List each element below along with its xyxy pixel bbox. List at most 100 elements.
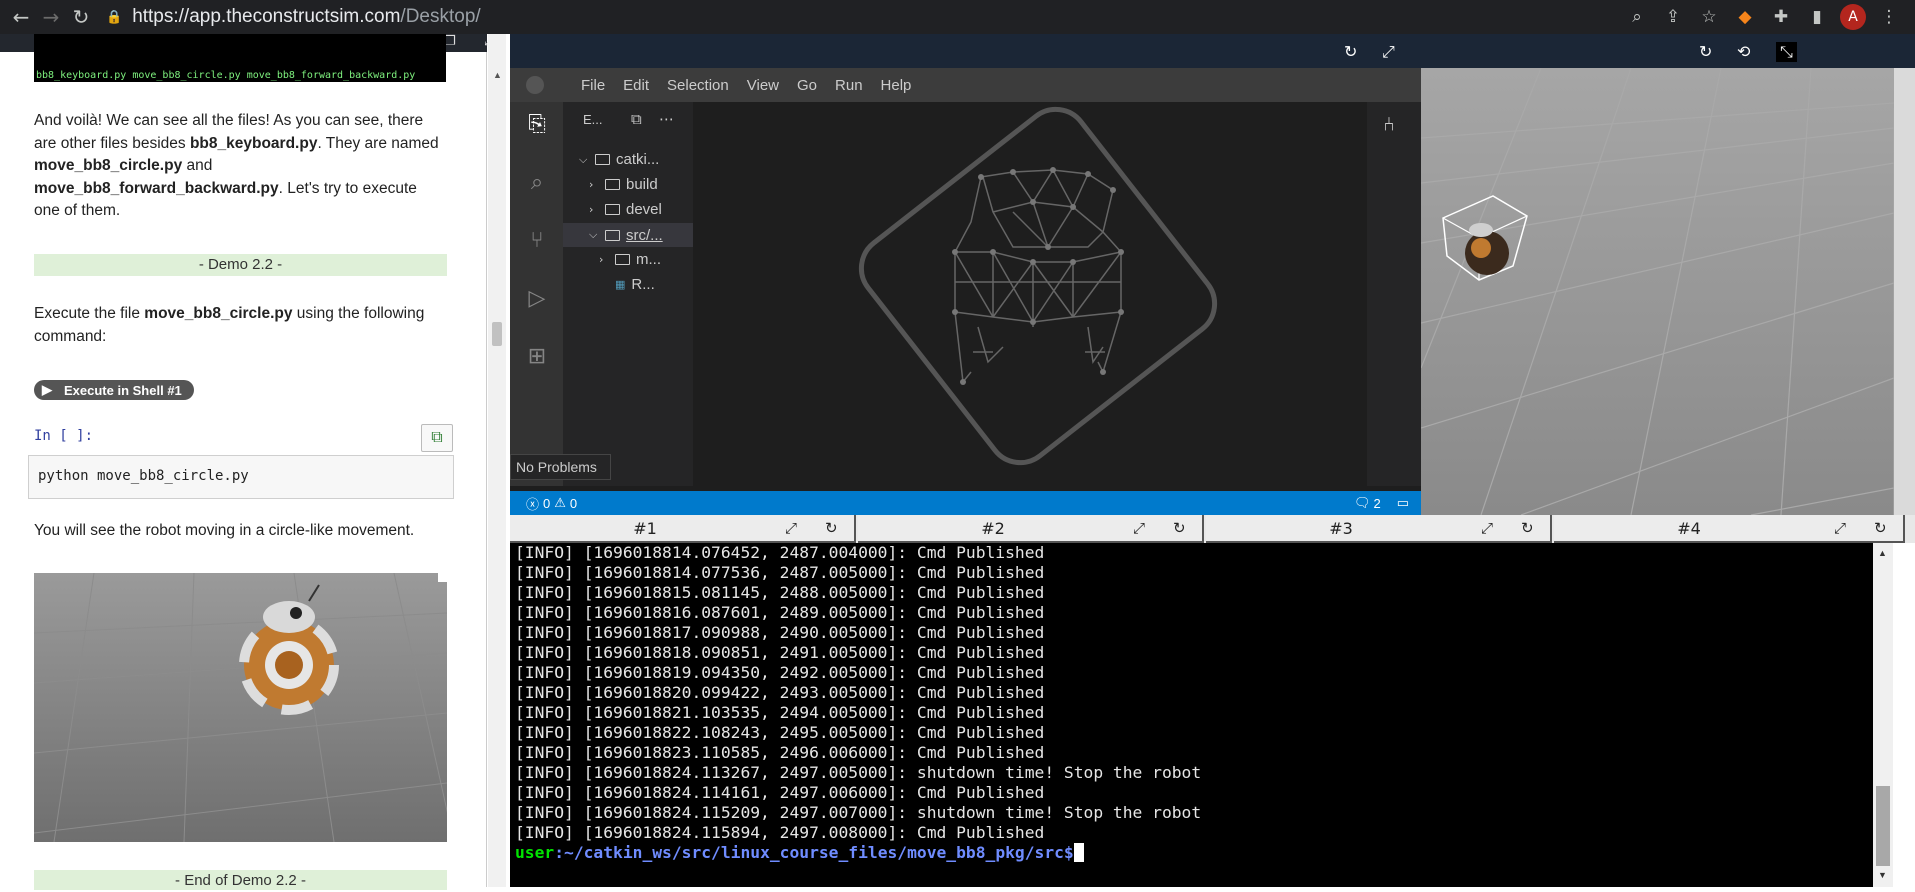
terminal-output[interactable]: [INFO] [1696018814.076452, 2487.004000]:…: [510, 543, 1873, 887]
tree-label: devel: [626, 201, 662, 218]
code-cell[interactable]: python move_bb8_circle.py: [28, 455, 454, 499]
terminal-tabs: #1 ⤢ ↻ #2 ⤢ ↻ #3 ⤢ ↻ #4 ⤢ ↻: [510, 515, 1915, 543]
lock-icon: 🔒: [106, 9, 123, 24]
chair-logo-watermark: [858, 106, 1218, 466]
robot-video[interactable]: [34, 573, 447, 842]
copy-icon[interactable]: ⧉: [421, 424, 453, 452]
status-notifications[interactable]: 🗨 2: [1354, 495, 1381, 511]
play-icon: ▶: [42, 382, 52, 397]
vscode-reload-icon[interactable]: ↻: [1344, 42, 1357, 61]
gazebo-side-panel: [1894, 68, 1915, 515]
terminal-line: [INFO] [1696018824.113267, 2497.005000]:…: [515, 763, 1202, 782]
tree-item-catkin[interactable]: ⌵ catki...: [579, 151, 659, 168]
zoom-icon[interactable]: ⌕: [1619, 2, 1655, 32]
menu-selection[interactable]: Selection: [658, 77, 738, 94]
video-fullscreen-icon[interactable]: [438, 573, 447, 582]
warning-count: 0: [569, 495, 578, 511]
explorer-icon[interactable]: ⎘: [523, 110, 551, 138]
profile-avatar-button[interactable]: A: [1835, 2, 1871, 32]
tab-label: #4: [1677, 519, 1701, 538]
bold-filename: move_bb8_circle.py: [144, 305, 293, 322]
collapse-all-icon[interactable]: ⧉: [631, 110, 642, 128]
scrollbar-thumb[interactable]: [1876, 786, 1890, 866]
reload-icon[interactable]: ↻: [66, 2, 96, 32]
text-fragment: Execute the file: [34, 305, 145, 322]
terminal-scrollbar[interactable]: ▲ ▼: [1873, 543, 1893, 887]
scrollbar-thumb[interactable]: [492, 322, 502, 346]
folder-icon: [615, 254, 630, 265]
paragraph-execute: Execute the file move_bb8_circle.py usin…: [34, 303, 446, 348]
folder-icon: [605, 179, 620, 190]
metamask-extension-icon[interactable]: ◆: [1727, 2, 1763, 32]
graph-icon[interactable]: ⑃: [1383, 112, 1395, 136]
address-bar[interactable]: 🔒 https://app.theconstructsim.com/Deskto…: [106, 2, 1619, 32]
share-icon[interactable]: ⇪: [1655, 2, 1691, 32]
tab-reload-icon[interactable]: ↻: [825, 519, 838, 537]
notebook-scrollbar[interactable]: ▲: [488, 34, 506, 887]
back-icon[interactable]: ←: [6, 2, 36, 32]
menu-run[interactable]: Run: [826, 77, 872, 94]
menu-view[interactable]: View: [738, 77, 788, 94]
tree-item-readme[interactable]: ▦ R...: [615, 276, 655, 293]
tree-item-devel[interactable]: › devel: [589, 201, 662, 218]
execute-in-shell-button[interactable]: ▶ Execute in Shell #1: [34, 380, 194, 400]
gazebo-fullscreen-icon[interactable]: ⤡: [1776, 42, 1797, 62]
tab-label: #3: [1329, 519, 1353, 538]
gazebo-simulation-view[interactable]: [1421, 68, 1894, 515]
gazebo-reset-icon[interactable]: ⟲: [1737, 42, 1750, 61]
run-debug-icon[interactable]: ▷: [523, 284, 551, 312]
menu-file[interactable]: File: [572, 77, 614, 94]
side-panel-icon[interactable]: ▮: [1799, 2, 1835, 32]
tree-item-src[interactable]: ⌵ src/...: [563, 223, 693, 247]
terminal-tab-1[interactable]: #1 ⤢ ↻: [510, 515, 856, 543]
more-menu-icon[interactable]: ⋮: [1871, 2, 1907, 32]
forward-icon[interactable]: →: [36, 2, 66, 32]
bold-filename: bb8_keyboard.py: [189, 134, 318, 152]
editor-welcome-area: [693, 102, 1421, 486]
menu-edit[interactable]: Edit: [614, 77, 658, 94]
terminal-line: [INFO] [1696018817.090988, 2490.005000]:…: [515, 623, 1045, 642]
extensions-puzzle-icon[interactable]: ✚: [1763, 2, 1799, 32]
terminal-line: [INFO] [1696018816.087601, 2489.005000]:…: [515, 603, 1045, 622]
source-control-icon[interactable]: ⑂: [523, 226, 551, 254]
terminal-line: [INFO] [1696018824.115894, 2497.008000]:…: [515, 823, 1045, 842]
vscode-fullscreen-icon[interactable]: ⤢: [1382, 42, 1395, 62]
terminal-line: [INFO] [1696018815.081145, 2488.005000]:…: [515, 583, 1045, 602]
avatar: A: [1840, 4, 1866, 30]
scroll-down-icon[interactable]: ▼: [1878, 870, 1887, 880]
tab-expand-icon[interactable]: ⤢: [1133, 519, 1145, 537]
scroll-up-icon[interactable]: ▲: [493, 70, 502, 80]
gazebo-reload-icon[interactable]: ↻: [1699, 42, 1712, 61]
tree-item-build[interactable]: › build: [589, 176, 658, 193]
terminal-tab-3[interactable]: #3 ⤢ ↻: [1206, 515, 1552, 543]
tab-reload-icon[interactable]: ↻: [1521, 519, 1534, 537]
menu-help[interactable]: Help: [872, 77, 921, 94]
tab-expand-icon[interactable]: ⤢: [785, 519, 797, 537]
text-fragment: . They are named: [317, 134, 439, 152]
url-path: /Desktop/: [400, 6, 481, 27]
layout-icon[interactable]: ▭: [1397, 495, 1409, 511]
extensions-icon[interactable]: ⊞: [523, 342, 551, 370]
bold-filename: move_bb8_forward_backward.py: [34, 179, 279, 197]
tab-expand-icon[interactable]: ⤢: [1481, 519, 1493, 537]
bookmark-star-icon[interactable]: ☆: [1691, 2, 1727, 32]
menu-go[interactable]: Go: [788, 77, 826, 94]
terminal-prompt: user:~/catkin_ws/src/linux_course_files/…: [515, 843, 1873, 863]
search-icon[interactable]: ⌕: [523, 168, 551, 196]
status-problems[interactable]: ⓧ 0 ⚠ 0: [526, 494, 577, 513]
error-icon: ⓧ: [526, 496, 540, 512]
tab-reload-icon[interactable]: ↻: [1874, 519, 1887, 537]
file-icon: ▦: [615, 278, 626, 291]
tab-expand-icon[interactable]: ⤢: [1834, 519, 1846, 537]
scroll-up-icon[interactable]: ▲: [1878, 548, 1887, 558]
vscode-logo-icon: [526, 76, 544, 94]
text-fragment: and: [182, 157, 213, 174]
demo-title: - Demo 2.2 -: [34, 254, 447, 276]
terminal-tab-4[interactable]: #4 ⤢ ↻: [1554, 515, 1905, 543]
tab-reload-icon[interactable]: ↻: [1173, 519, 1186, 537]
terminal-line: [INFO] [1696018819.094350, 2492.005000]:…: [515, 663, 1045, 682]
tree-item-m[interactable]: › m...: [599, 251, 661, 268]
terminal-tab-2[interactable]: #2 ⤢ ↻: [858, 515, 1204, 543]
terminal-line: [INFO] [1696018821.103535, 2494.005000]:…: [515, 703, 1045, 722]
more-actions-icon[interactable]: ⋯: [659, 110, 674, 128]
